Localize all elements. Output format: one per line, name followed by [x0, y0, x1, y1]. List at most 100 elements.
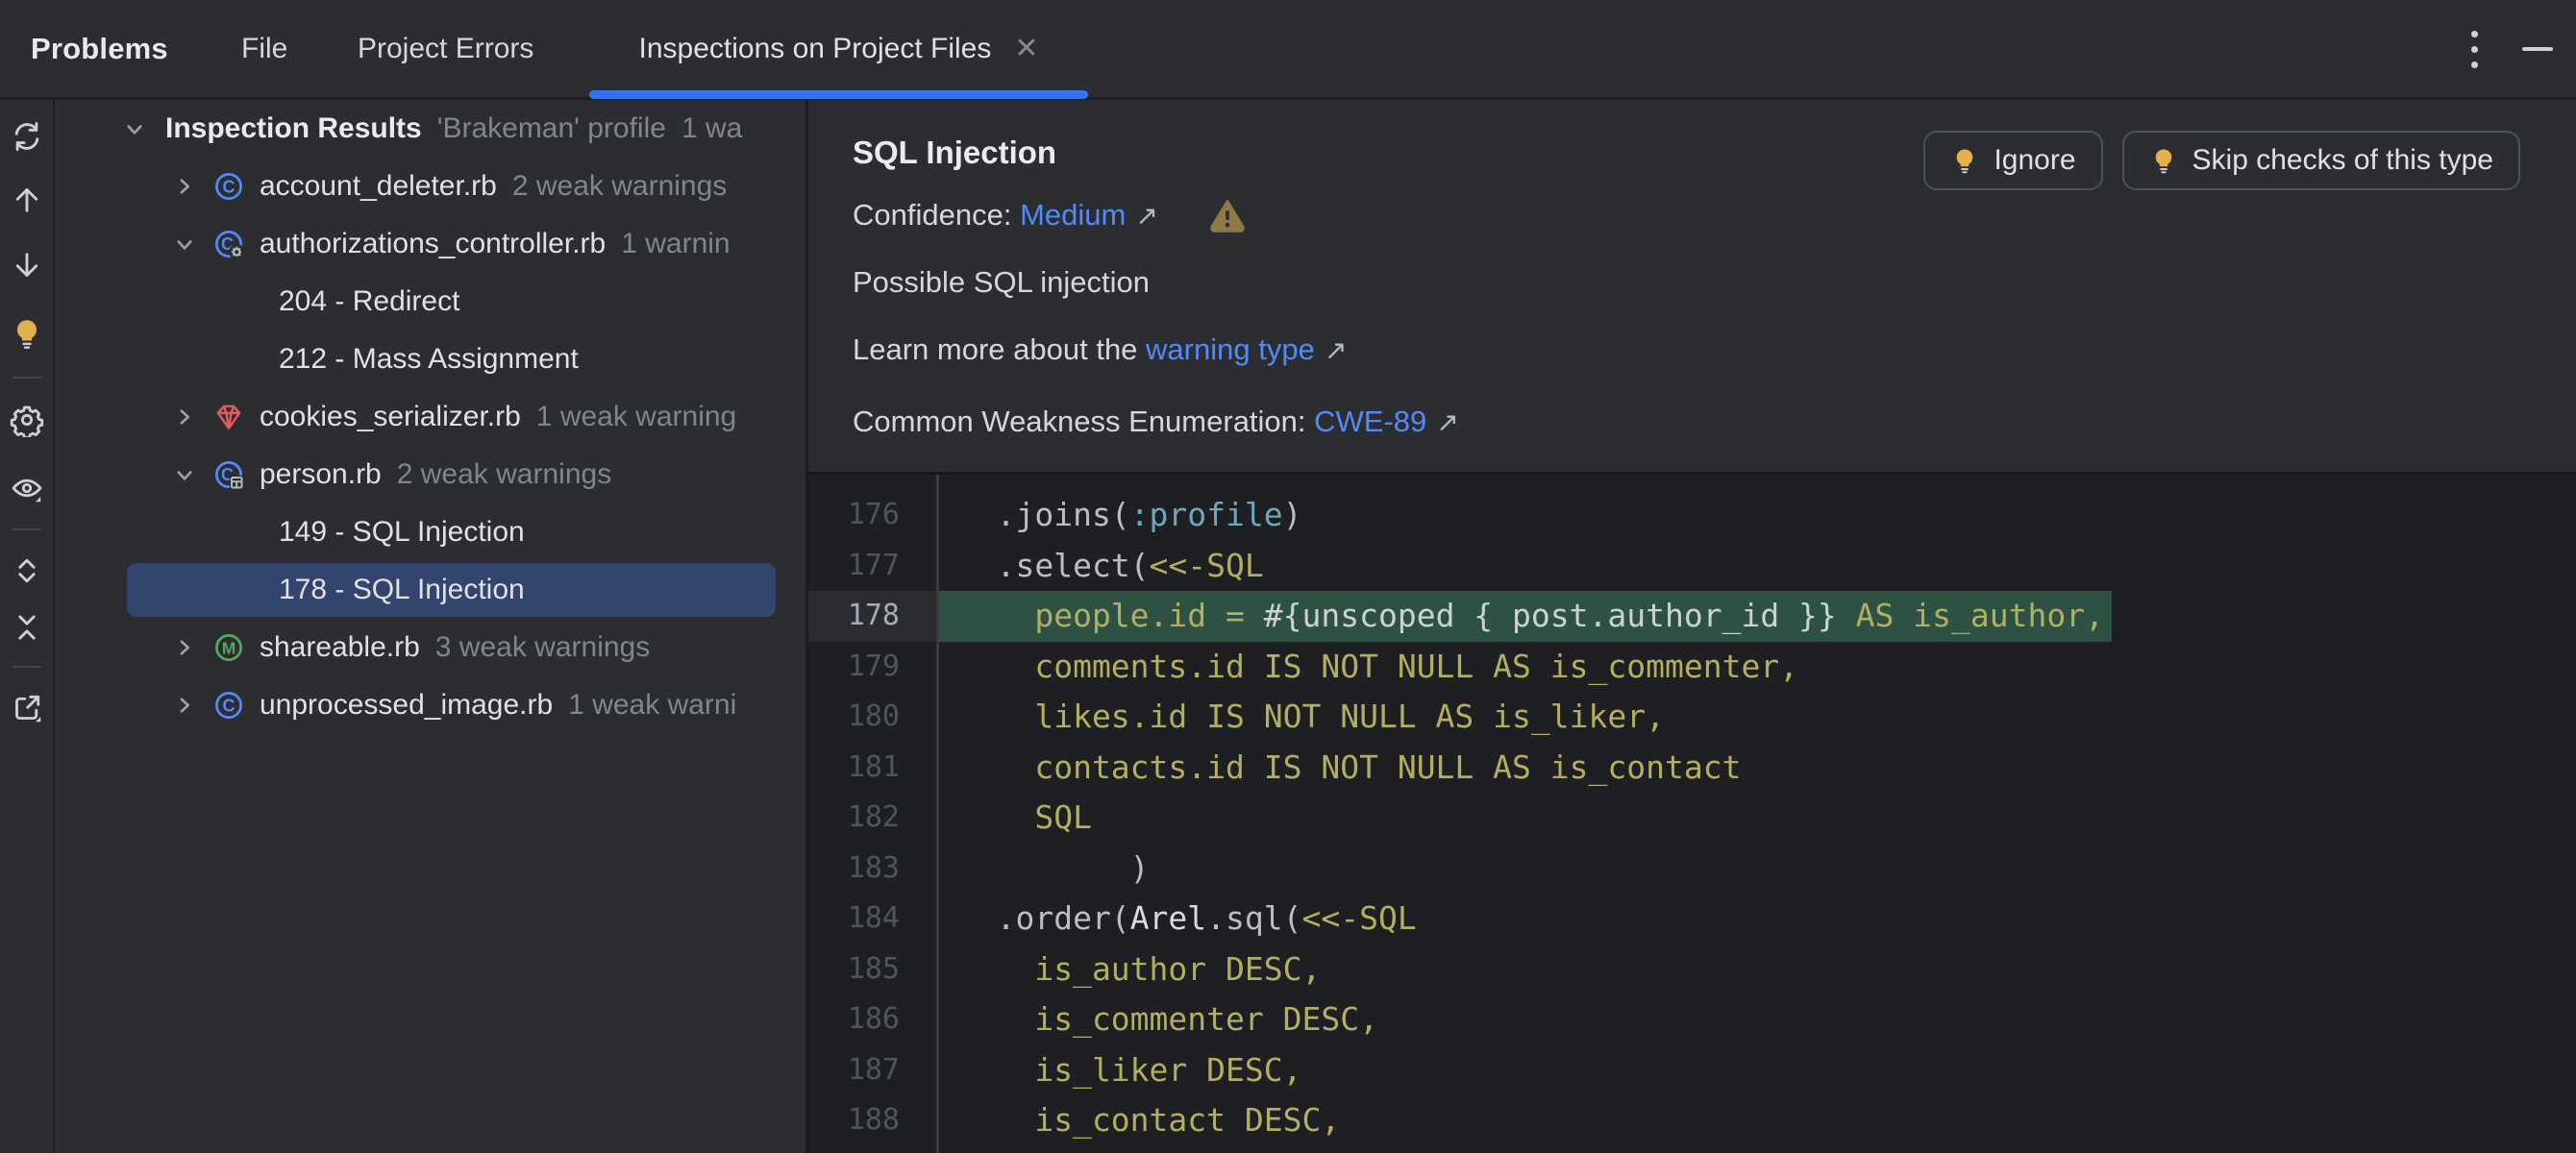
- ignore-button[interactable]: Ignore: [1923, 131, 2103, 190]
- tree-row-shareable-rb[interactable]: Mshareable.rb 3 weak warnings: [55, 619, 805, 676]
- warning-count-label: 1 weak warning: [535, 401, 737, 432]
- line-number: 179: [847, 649, 900, 683]
- tree-row-204-redirect[interactable]: 204 - Redirect: [55, 273, 805, 331]
- warning-count-label: 3 weak warnings: [434, 631, 651, 663]
- quick-fix-bulb-button[interactable]: [7, 313, 47, 354]
- code-line-187: 187 is_liker DESC,: [808, 1045, 2576, 1096]
- settings-gear-icon: [10, 405, 44, 437]
- code-line-text: ): [939, 848, 1150, 887]
- bulb-icon: [1957, 149, 1973, 174]
- line-number: 178: [808, 591, 936, 642]
- code-line-182: 182 SQL: [808, 793, 2576, 844]
- svg-text:M: M: [222, 638, 235, 657]
- ignore-button-label: Ignore: [1994, 144, 2076, 176]
- tree-row-cookies-serializer-rb[interactable]: cookies_serializer.rb 1 weak warning: [55, 388, 805, 446]
- tree-row-label: shareable.rb: [260, 631, 420, 663]
- settings-gear-button[interactable]: [7, 400, 47, 440]
- tree-row-label: cookies_serializer.rb: [260, 401, 521, 432]
- tree-row-authorizations-controller-rb[interactable]: Cauthorizations_controller.rb 1 warnin: [55, 215, 805, 273]
- code-line-text: comments.id IS NOT NULL AS is_commenter,: [939, 647, 1799, 685]
- line-number: 180: [847, 699, 900, 733]
- tab-project-errors[interactable]: Project Errors: [358, 0, 533, 97]
- inspection-detail-panel: SQL Injection Confidence: Medium ↗ Possi…: [808, 100, 2576, 1153]
- chevron-down-icon[interactable]: [167, 457, 202, 492]
- tree-row-178-sql-injection[interactable]: 178 - SQL Injection: [55, 561, 805, 619]
- arrow-up-icon: [15, 188, 38, 212]
- cwe-link[interactable]: CWE-89: [1314, 405, 1426, 439]
- code-line-178: 178 people.id = #{unscoped { post.author…: [808, 591, 2576, 642]
- cwe-label: Common Weakness Enumeration:: [853, 405, 1315, 438]
- skip-checks-button[interactable]: Skip checks of this type: [2121, 131, 2520, 190]
- ruby-module-icon: M: [211, 630, 246, 665]
- tree-row-149-sql-injection[interactable]: 149 - SQL Injection: [55, 503, 805, 561]
- open-in-editor-button[interactable]: [7, 688, 47, 728]
- code-line-text: likes.id IS NOT NULL AS is_liker,: [939, 698, 1665, 735]
- warning-type-link[interactable]: warning type: [1146, 332, 1315, 367]
- arrow-down-button[interactable]: [7, 245, 47, 285]
- inspection-results-tree[interactable]: Inspection Results 'Brakeman' profile 1 wa…: [55, 100, 808, 1153]
- tool-window-header: Problems File Project Errors Inspections…: [0, 0, 2576, 100]
- tree-row-label: unprocessed_image.rb: [260, 689, 554, 721]
- chevron-right-icon[interactable]: [167, 400, 202, 434]
- external-link-icon: ↗: [1436, 406, 1459, 437]
- toolbar-divider: [12, 528, 41, 530]
- line-number: 185: [847, 951, 900, 986]
- more-options-icon[interactable]: [2457, 21, 2491, 77]
- warning-count-label: 1 warnin: [621, 228, 731, 259]
- learn-more-prefix: Learn more about the: [853, 332, 1147, 366]
- tree-row-label: authorizations_controller.rb: [260, 228, 607, 259]
- chevron-down-icon[interactable]: [167, 227, 202, 261]
- code-line-176: 176 .joins(:profile): [808, 490, 2576, 541]
- tree-row-unprocessed-image-rb[interactable]: Cunprocessed_image.rb 1 weak warni: [55, 676, 805, 734]
- active-tab-underline: [589, 90, 1088, 99]
- tab-inspections-on-project-files[interactable]: Inspections on Project Files ✕: [589, 0, 1088, 97]
- minimize-icon[interactable]: [2518, 21, 2557, 77]
- close-tab-icon[interactable]: ✕: [1014, 34, 1038, 63]
- tab-file[interactable]: File: [241, 0, 287, 97]
- warning-count-label: 1 weak warni: [568, 689, 737, 721]
- code-line-text: is_contact DESC,: [939, 1101, 1341, 1139]
- expand-all-icon: [18, 558, 36, 583]
- toolbar-divider: [12, 666, 41, 668]
- code-preview-editor[interactable]: 176 .joins(:profile) 177 .select(<<-SQL 17…: [808, 472, 2576, 1153]
- code-line-181: 181 contacts.id IS NOT NULL AS is_contac…: [808, 743, 2576, 794]
- warning-details: SQL Injection Confidence: Medium ↗ Possi…: [808, 100, 2576, 472]
- bulb-icon: [2155, 149, 2171, 174]
- collapse-all-button[interactable]: [7, 607, 47, 648]
- ide-problems-tool-window: Problems File Project Errors Inspections…: [0, 0, 2576, 1153]
- refresh-button[interactable]: [7, 116, 47, 157]
- quick-fix-bulb-icon: [16, 320, 37, 349]
- warning-count-label: 2 weak warnings: [511, 170, 728, 202]
- preview-eye-button[interactable]: [7, 468, 47, 508]
- tree-row-account-deleter-rb[interactable]: Caccount_deleter.rb 2 weak warnings: [55, 158, 805, 215]
- code-line-text: contacts.id IS NOT NULL AS is_contact: [939, 748, 1742, 786]
- confidence-row: Confidence: Medium ↗: [853, 196, 1247, 234]
- code-line-184: 184 .order(Arel.sql(<<-SQL: [808, 894, 2576, 944]
- rails-model-icon: C: [211, 457, 246, 492]
- line-number: 183: [847, 850, 900, 885]
- external-link-icon: ↗: [1324, 334, 1348, 365]
- tree-row-inspection-results[interactable]: Inspection Results 'Brakeman' profile 1 wa: [55, 100, 805, 158]
- active-tab-label: Inspections on Project Files: [638, 32, 992, 64]
- code-line-text: is_commenter DESC,: [939, 1000, 1378, 1038]
- refresh-icon: [14, 122, 39, 151]
- ruby-gem-icon: [211, 400, 246, 434]
- arrow-up-button[interactable]: [7, 180, 47, 220]
- code-line-text: SQL: [939, 798, 1092, 836]
- chevron-right-icon[interactable]: [167, 169, 202, 204]
- confidence-link[interactable]: Medium: [1020, 198, 1126, 233]
- line-number: 177: [847, 548, 900, 582]
- chevron-right-icon[interactable]: [167, 688, 202, 723]
- tree-row-person-rb[interactable]: Cperson.rb 2 weak warnings: [55, 446, 805, 503]
- left-toolbar: [0, 100, 55, 1153]
- tree-row-212-mass-assignment[interactable]: 212 - Mass Assignment: [55, 331, 805, 388]
- code-line-text: is_liker DESC,: [939, 1050, 1302, 1089]
- expand-all-button[interactable]: [7, 551, 47, 591]
- tree-row-label: account_deleter.rb: [260, 170, 497, 202]
- profile-label: 'Brakeman' profile: [436, 112, 666, 144]
- line-number: 182: [847, 800, 900, 834]
- code-line-186: 186 is_commenter DESC,: [808, 994, 2576, 1045]
- collapse-all-icon: [18, 615, 36, 640]
- chevron-down-icon[interactable]: [117, 111, 152, 146]
- chevron-right-icon[interactable]: [167, 630, 202, 665]
